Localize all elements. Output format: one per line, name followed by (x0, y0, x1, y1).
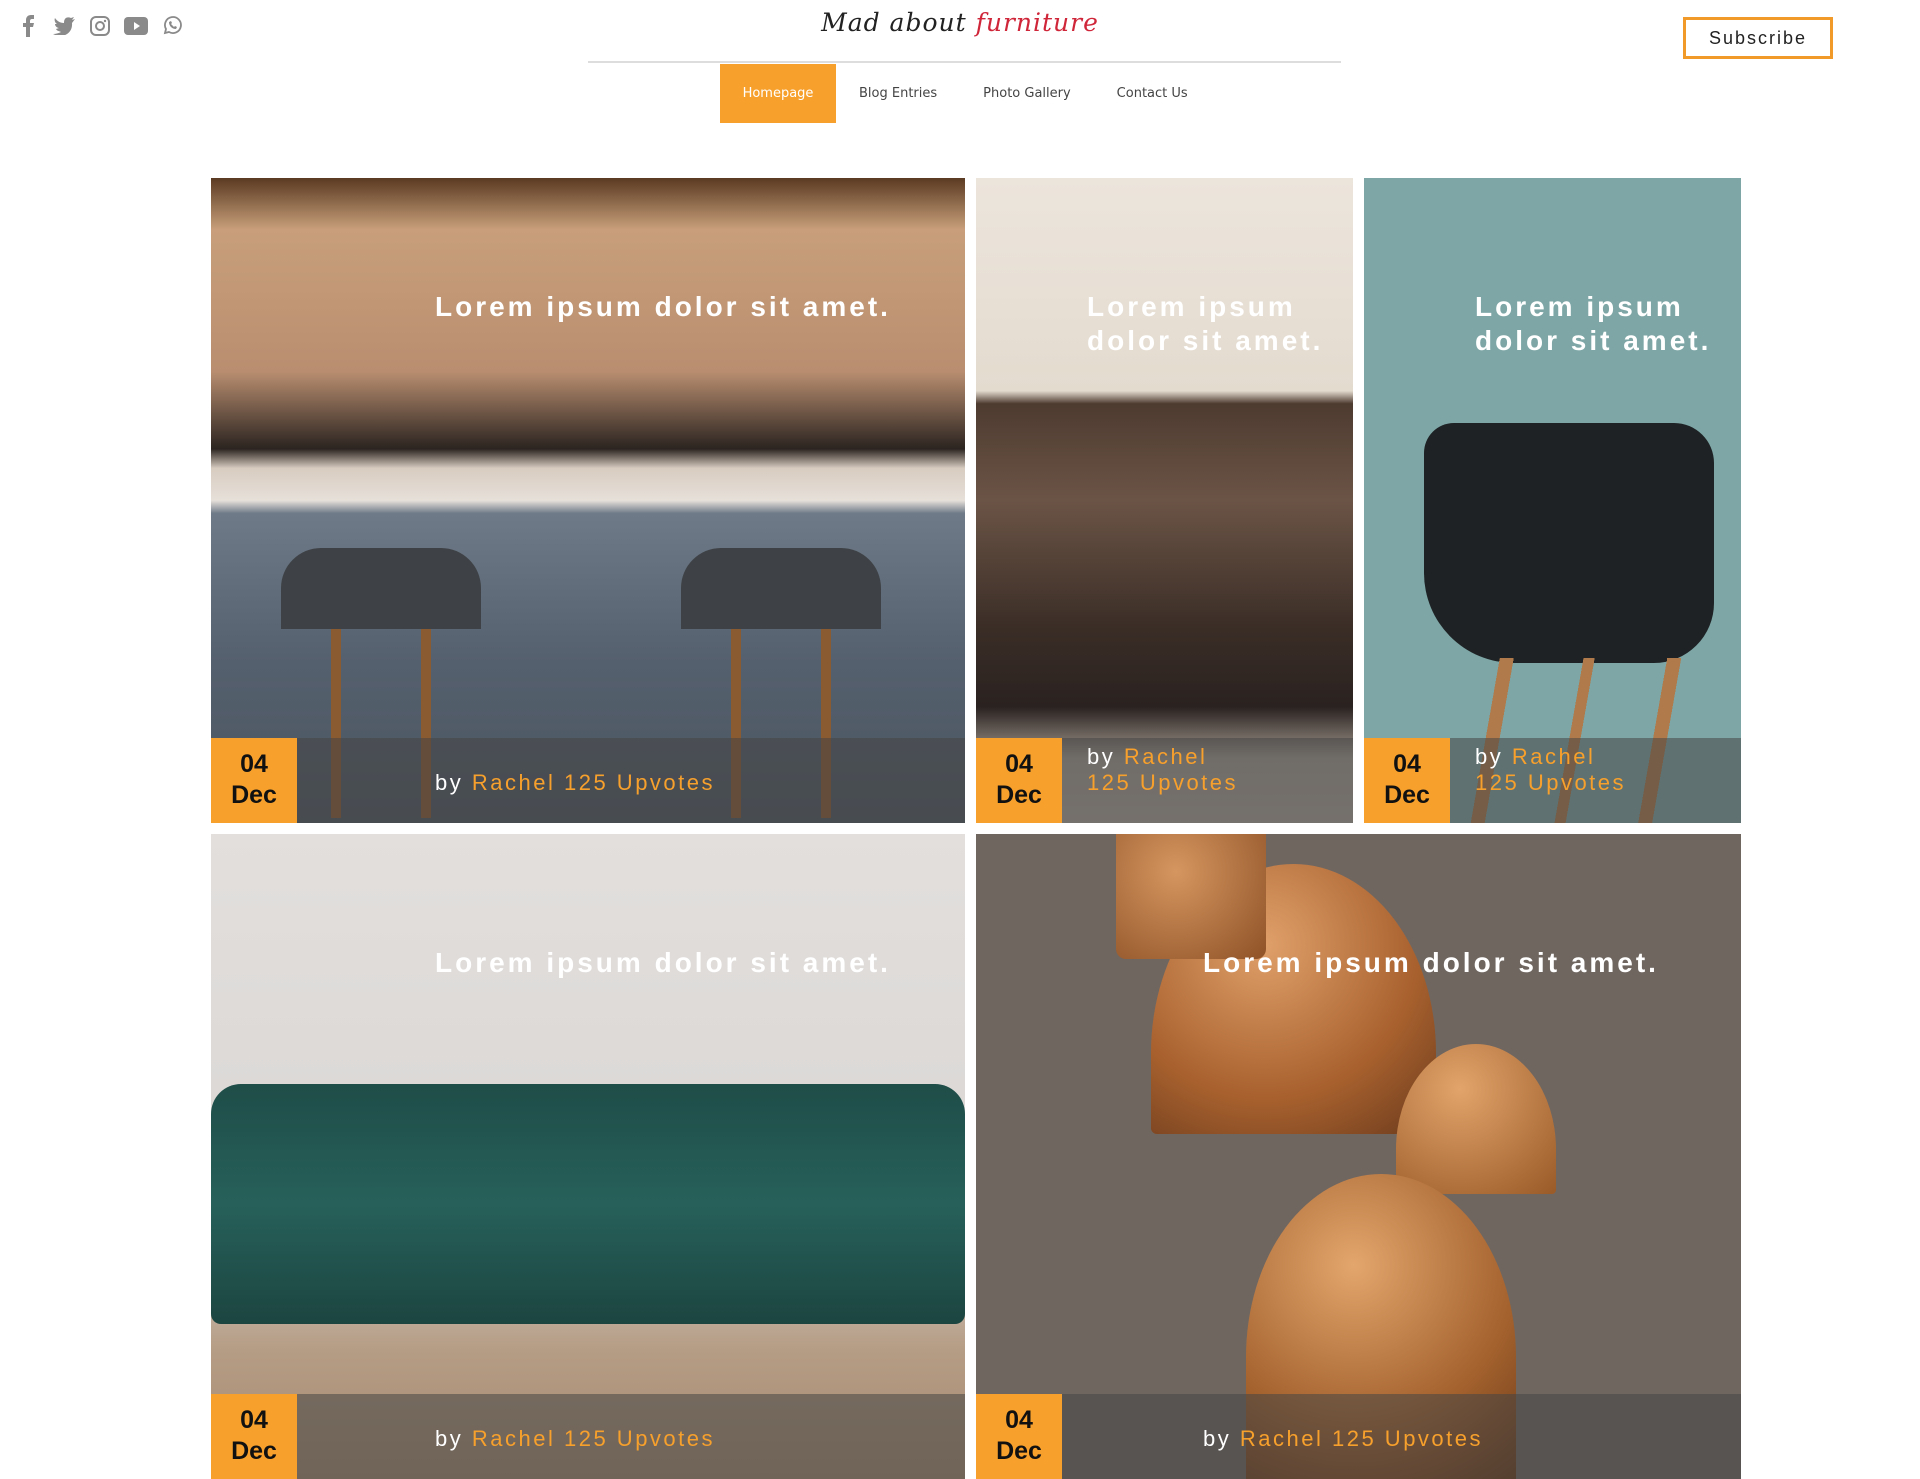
post-date: 04 Dec (976, 738, 1062, 823)
post-title[interactable]: Lorem ipsum dolor sit amet. (435, 290, 891, 324)
date-month: Dec (231, 1437, 277, 1465)
post-date: 04 Dec (211, 738, 297, 823)
author-link[interactable]: Rachel (472, 770, 555, 795)
date-month: Dec (996, 781, 1042, 809)
post-card[interactable]: Lorem ipsum dolor sit amet. 04 Dec by Rac… (211, 834, 965, 1479)
author-link[interactable]: Rachel (1240, 1426, 1323, 1451)
by-label: by (435, 1426, 464, 1451)
main-nav: Homepage Blog Entries Photo Gallery Cont… (720, 64, 1211, 123)
upvotes: 125 Upvotes (563, 770, 716, 795)
post-card[interactable]: Lorem ipsum dolor sit amet. 04 Dec by Rac… (1364, 178, 1741, 823)
post-image-green-sofa (211, 1084, 965, 1324)
upvotes: 125 Upvotes (1087, 770, 1239, 795)
date-day: 04 (1393, 750, 1421, 778)
date-month: Dec (1384, 781, 1430, 809)
post-card[interactable]: Lorem ipsum dolor sit amet. 04 Dec by Rac… (976, 834, 1741, 1479)
logo-text: Mad about (821, 8, 976, 37)
post-byline: by Rachel 125 Upvotes (1475, 744, 1675, 796)
nav-photo-gallery[interactable]: Photo Gallery (960, 64, 1094, 123)
author-link[interactable]: Rachel (472, 1426, 555, 1451)
post-date: 04 Dec (1364, 738, 1450, 823)
date-day: 04 (240, 1406, 268, 1434)
date-day: 04 (1005, 750, 1033, 778)
upvotes: 125 Upvotes (563, 1426, 716, 1451)
post-title[interactable]: Lorem ipsum dolor sit amet. (1475, 290, 1725, 358)
author-link[interactable]: Rachel (1512, 744, 1595, 769)
by-label: by (1475, 744, 1504, 769)
post-byline: by Rachel 125 Upvotes (435, 1426, 715, 1452)
post-date: 04 Dec (211, 1394, 297, 1479)
post-byline: by Rachel 125 Upvotes (1203, 1426, 1483, 1452)
post-card[interactable]: Lorem ipsum dolor sit amet. 04 Dec by Rac… (211, 178, 965, 823)
upvotes: 125 Upvotes (1331, 1426, 1484, 1451)
nav-contact-us[interactable]: Contact Us (1094, 64, 1211, 123)
upvotes: 125 Upvotes (1475, 770, 1627, 795)
post-image-pendant-lamp (1116, 834, 1266, 959)
by-label: by (435, 770, 464, 795)
post-byline: by Rachel 125 Upvotes (1087, 744, 1287, 796)
header-divider (588, 61, 1341, 63)
nav-homepage[interactable]: Homepage (720, 64, 836, 123)
subscribe-button[interactable]: Subscribe (1683, 17, 1833, 59)
by-label: by (1203, 1426, 1232, 1451)
post-date: 04 Dec (976, 1394, 1062, 1479)
author-link[interactable]: Rachel (1124, 744, 1207, 769)
post-card[interactable]: Lorem ipsum dolor sit amet. 04 Dec by Rac… (976, 178, 1353, 823)
site-logo[interactable]: Mad about furniture (0, 8, 1920, 37)
nav-blog-entries[interactable]: Blog Entries (836, 64, 960, 123)
post-byline: by Rachel 125 Upvotes (435, 770, 715, 796)
date-month: Dec (231, 781, 277, 809)
by-label: by (1087, 744, 1116, 769)
date-month: Dec (996, 1437, 1042, 1465)
post-title[interactable]: Lorem ipsum dolor sit amet. (435, 946, 891, 980)
logo-accent-text: furniture (975, 8, 1099, 37)
post-title[interactable]: Lorem ipsum dolor sit amet. (1203, 946, 1659, 980)
date-day: 04 (1005, 1406, 1033, 1434)
post-title[interactable]: Lorem ipsum dolor sit amet. (1087, 290, 1337, 358)
date-day: 04 (240, 750, 268, 778)
post-image-black-chair (1424, 423, 1714, 663)
